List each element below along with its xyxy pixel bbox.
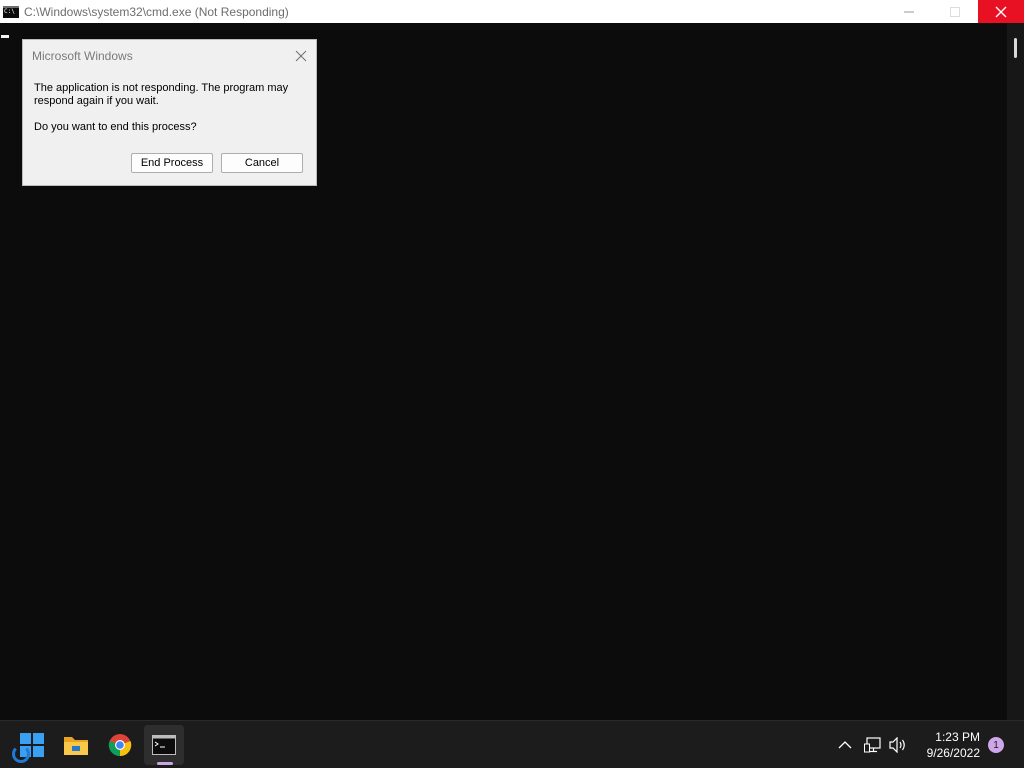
chrome-icon — [108, 734, 132, 757]
clock-time: 1:23 PM — [935, 730, 980, 744]
window-title: C:\Windows\system32\cmd.exe (Not Respond… — [24, 4, 289, 19]
maximize-button[interactable] — [932, 0, 978, 23]
end-process-button[interactable]: End Process — [131, 153, 213, 173]
windows-start-icon — [12, 733, 44, 763]
taskbar-file-explorer[interactable] — [56, 725, 96, 765]
close-button[interactable] — [978, 0, 1024, 23]
scrollbar-thumb[interactable] — [1014, 38, 1017, 58]
active-app-indicator — [157, 762, 173, 765]
dialog-title: Microsoft Windows — [32, 49, 133, 63]
console-scrollbar[interactable] — [1007, 23, 1024, 720]
not-responding-dialog: Microsoft Windows The application is not… — [22, 39, 317, 186]
close-icon — [995, 6, 1007, 17]
notification-badge[interactable]: 1 — [988, 737, 1004, 753]
chevron-up-icon — [838, 741, 852, 749]
window-titlebar[interactable]: C:\Windows\system32\cmd.exe (Not Respond… — [0, 0, 1024, 23]
network-icon — [864, 737, 881, 753]
dialog-message: The application is not responding. The p… — [34, 82, 289, 107]
clock-date: 9/26/2022 — [926, 746, 980, 760]
volume-button[interactable] — [888, 721, 908, 768]
loading-spinner-icon — [12, 745, 30, 763]
console-cursor — [1, 35, 9, 38]
taskbar: 1:23 PM 9/26/2022 1 — [0, 720, 1024, 768]
close-icon — [295, 50, 307, 62]
network-button[interactable] — [864, 721, 882, 768]
taskbar-chrome[interactable] — [100, 725, 140, 765]
dialog-question: Do you want to end this process? — [34, 121, 197, 133]
folder-icon — [64, 737, 88, 755]
taskbar-clock[interactable]: 1:23 PM 9/26/2022 — [914, 729, 980, 761]
dialog-close-button[interactable] — [294, 48, 308, 62]
show-hidden-icons-button[interactable] — [838, 721, 852, 768]
volume-icon — [889, 737, 905, 753]
cmd-app-icon — [3, 5, 19, 18]
minimize-icon — [904, 11, 914, 12]
taskbar-command-prompt[interactable] — [144, 725, 184, 765]
window-controls — [886, 0, 1024, 23]
terminal-icon — [152, 735, 176, 755]
cancel-button[interactable]: Cancel — [221, 153, 303, 173]
start-button[interactable] — [12, 725, 52, 765]
maximize-icon — [950, 6, 960, 17]
minimize-button[interactable] — [886, 0, 932, 23]
